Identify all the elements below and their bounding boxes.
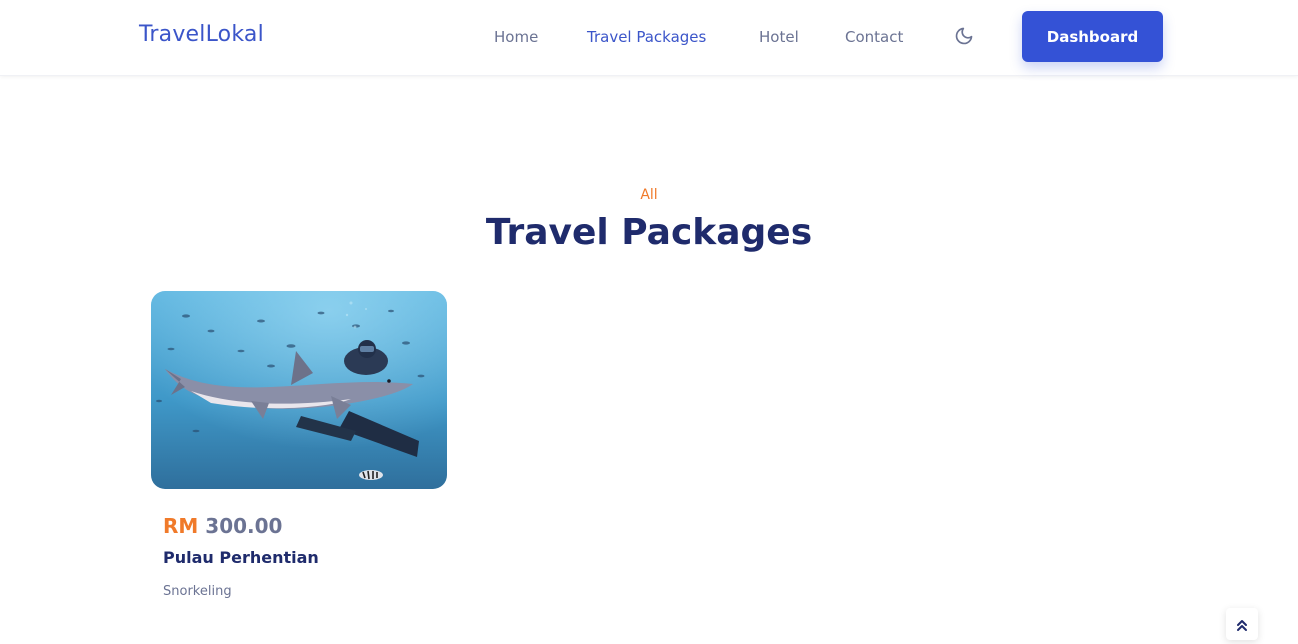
section-title: Travel Packages xyxy=(485,212,813,253)
dashboard-button[interactable]: Dashboard xyxy=(1022,11,1163,62)
chevron-double-up-icon xyxy=(1237,620,1247,631)
nav-contact[interactable]: Contact xyxy=(845,28,903,46)
nav-home[interactable]: Home xyxy=(494,28,538,46)
package-image[interactable] xyxy=(151,291,447,489)
price-amount: 300.00 xyxy=(205,514,283,538)
site-header: TravelLokal Home Travel Packages Hotel C… xyxy=(0,0,1298,76)
package-category: Snorkeling xyxy=(163,584,232,599)
package-price: RM 300.00 xyxy=(163,514,282,538)
nav-travel-packages[interactable]: Travel Packages xyxy=(587,28,706,46)
section-subtitle: All xyxy=(640,187,658,203)
price-currency: RM xyxy=(163,514,199,538)
site-logo[interactable]: TravelLokal xyxy=(139,22,264,47)
scroll-top-button[interactable] xyxy=(1226,608,1258,640)
package-card[interactable]: RM 300.00 Pulau Perhentian Snorkeling xyxy=(151,291,447,599)
nav-hotel[interactable]: Hotel xyxy=(759,28,799,46)
moon-icon[interactable] xyxy=(954,26,974,46)
package-title[interactable]: Pulau Perhentian xyxy=(163,548,319,567)
